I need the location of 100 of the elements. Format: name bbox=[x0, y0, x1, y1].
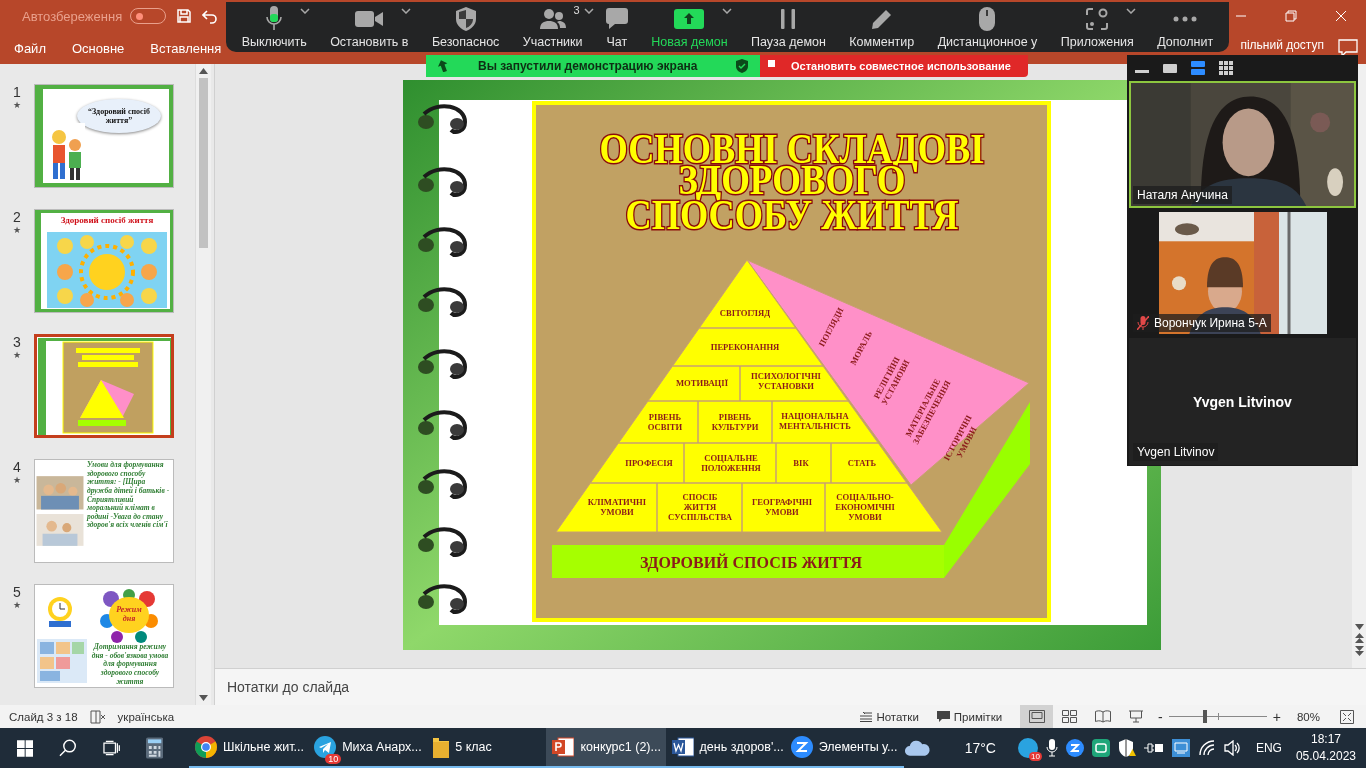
video-tile[interactable]: Наталя Анучина bbox=[1129, 81, 1356, 208]
pyramid-label: СВІТОГЛЯД bbox=[719, 308, 771, 318]
scroll-down-icon[interactable] bbox=[199, 695, 208, 701]
restore-icon[interactable] bbox=[1285, 10, 1297, 22]
caret-icon[interactable] bbox=[722, 7, 733, 14]
meeting-control[interactable]: Остановить в bbox=[330, 5, 409, 49]
more-icon bbox=[1173, 15, 1198, 22]
ribbon-tab[interactable]: Файл bbox=[14, 40, 46, 56]
caret-icon[interactable] bbox=[1126, 7, 1137, 14]
pyramid-label: РІВЕНЬ КУЛЬТУРИ bbox=[711, 412, 759, 432]
pyramid-label: СОЦІАЛЬНЕ ПОЛОЖЕННЯ bbox=[701, 453, 761, 473]
cloud-icon bbox=[903, 739, 931, 757]
chat-bubble-icon bbox=[605, 7, 628, 30]
shield-icon bbox=[455, 6, 476, 31]
pause-icon bbox=[780, 8, 797, 29]
autosave-label: Автозбереження bbox=[22, 8, 123, 24]
windows-start-icon[interactable] bbox=[17, 739, 34, 757]
paper-plane-icon bbox=[314, 736, 337, 758]
pyramid-label: ПРОФЕСІЯ bbox=[625, 458, 673, 468]
meeting-control[interactable]: Пауза демон bbox=[751, 5, 826, 49]
layout-button[interactable] bbox=[1191, 60, 1205, 75]
network-monitor-icon[interactable] bbox=[1171, 739, 1190, 757]
slider-thumb[interactable] bbox=[1203, 710, 1208, 723]
slide-thumbnail[interactable]: “Здоровий спосіб життя” bbox=[34, 84, 174, 188]
caret-icon[interactable] bbox=[583, 7, 594, 14]
calculator-icon[interactable] bbox=[145, 737, 164, 759]
taskbar-app[interactable]: конкурс1 (2)... bbox=[546, 728, 666, 768]
slide-thumbnail[interactable]: Здоровий спосіб життя bbox=[34, 209, 174, 313]
meeting-control[interactable]: Выключить bbox=[241, 5, 307, 49]
tray-app-icon[interactable] bbox=[1091, 739, 1110, 757]
clock-date[interactable]: 05.04.2023 bbox=[1295, 748, 1356, 765]
ribbon-tab[interactable]: Основне bbox=[71, 40, 125, 56]
notes-field[interactable]: Нотатки до слайда bbox=[227, 679, 350, 695]
caret-icon[interactable] bbox=[401, 7, 412, 14]
fit-slide-icon[interactable] bbox=[1340, 709, 1354, 724]
zoom-level[interactable]: 80% bbox=[1296, 710, 1320, 723]
shield-warning-icon[interactable] bbox=[1117, 739, 1136, 757]
zoom-out-button[interactable]: - bbox=[1158, 708, 1163, 725]
clock-time[interactable]: 18:17 bbox=[1310, 731, 1341, 748]
meeting-control[interactable]: Приложения bbox=[1060, 5, 1134, 49]
comments-button[interactable]: Примітки bbox=[936, 710, 1003, 723]
zoom-slider[interactable] bbox=[1168, 710, 1267, 723]
powerpoint-icon bbox=[552, 736, 575, 758]
layout-button[interactable] bbox=[1219, 60, 1233, 75]
slide-sorter-icon bbox=[1062, 710, 1078, 723]
folder-icon bbox=[433, 736, 450, 758]
meeting-control[interactable]: Безопаснос bbox=[431, 5, 500, 49]
pyramid-label: РІВЕНЬ ОСВІТИ bbox=[647, 412, 683, 432]
pyramid-label: ВІК bbox=[793, 458, 809, 468]
keyboard-language[interactable]: ENG bbox=[1255, 741, 1282, 755]
task-view-icon[interactable] bbox=[102, 740, 120, 756]
slide-number: 5 bbox=[13, 584, 21, 600]
star-mark: ★ bbox=[13, 600, 21, 610]
view-button[interactable] bbox=[1020, 705, 1054, 728]
notes-button[interactable]: Нотатки bbox=[860, 710, 919, 723]
stacked-view-icon bbox=[1191, 60, 1205, 75]
ribbon-tab[interactable]: Вставлення bbox=[150, 40, 222, 56]
pyramid-label: НАЦІОНАЛЬНА МЕНТАЛЬНІСТЬ bbox=[779, 411, 851, 431]
spellcheck-icon[interactable] bbox=[89, 709, 106, 724]
slide-number: 3 bbox=[13, 334, 21, 350]
video-app-icon[interactable] bbox=[1065, 739, 1084, 757]
previous-slide-icon[interactable] bbox=[1354, 633, 1364, 643]
undo-icon[interactable] bbox=[202, 8, 219, 24]
language-status[interactable]: українська bbox=[117, 710, 175, 723]
notification-badge: 10 bbox=[325, 754, 342, 764]
caret-icon[interactable] bbox=[300, 7, 311, 14]
close-icon[interactable] bbox=[1335, 10, 1347, 22]
share-tab[interactable]: пільний доступ bbox=[1240, 38, 1324, 52]
wifi-icon[interactable] bbox=[1197, 740, 1216, 756]
meeting-control[interactable]: 3 Участники bbox=[522, 5, 583, 49]
participant-name: Наталя Анучина bbox=[1137, 187, 1228, 202]
next-slide-icon[interactable] bbox=[1354, 646, 1364, 656]
taskbar-app[interactable]: 10 Миха Анарх... bbox=[308, 728, 428, 768]
scroll-down-icon[interactable] bbox=[1354, 624, 1364, 630]
volume-icon[interactable] bbox=[1223, 740, 1242, 756]
zoom-in-button[interactable]: + bbox=[1272, 708, 1281, 725]
taskbar-app[interactable]: Шкільне жит... bbox=[189, 728, 309, 768]
meeting-control[interactable]: Чат bbox=[605, 5, 628, 49]
scroll-up-icon[interactable] bbox=[199, 68, 208, 74]
muted-microphone-icon bbox=[1137, 316, 1149, 331]
comment-icon[interactable] bbox=[1338, 39, 1358, 57]
taskbar-app[interactable]: день здоров'... bbox=[665, 728, 785, 768]
video-tile[interactable]: Ворончук Ирина 5-А bbox=[1129, 209, 1356, 337]
meeting-control[interactable]: Дополнит bbox=[1157, 5, 1214, 49]
meeting-control[interactable]: Новая демон bbox=[651, 5, 728, 49]
open-book-icon bbox=[1094, 710, 1111, 723]
search-icon[interactable] bbox=[59, 739, 77, 757]
video-tile[interactable]: Yvgen Litvinov Yvgen Litvinov bbox=[1129, 338, 1356, 465]
weather-temperature[interactable]: 17°C bbox=[964, 740, 996, 756]
microphone-icon[interactable] bbox=[1045, 739, 1058, 757]
participant-name: Ворончук Ирина 5-А bbox=[1154, 316, 1267, 331]
scrollbar-thumb[interactable] bbox=[199, 78, 208, 248]
meeting-control[interactable]: Дистанционное у bbox=[937, 5, 1038, 49]
taskbar-app[interactable]: Элементы у... bbox=[784, 728, 904, 768]
save-icon[interactable] bbox=[176, 8, 193, 24]
video-app-icon bbox=[790, 736, 813, 758]
meeting-control[interactable]: Комментир bbox=[849, 5, 915, 49]
power-plug-icon[interactable] bbox=[1143, 741, 1164, 755]
pyramid-label: МОТИВАЦІЇ bbox=[676, 378, 728, 388]
stop-sharing-button[interactable]: Остановить совместное использование bbox=[760, 55, 1028, 77]
